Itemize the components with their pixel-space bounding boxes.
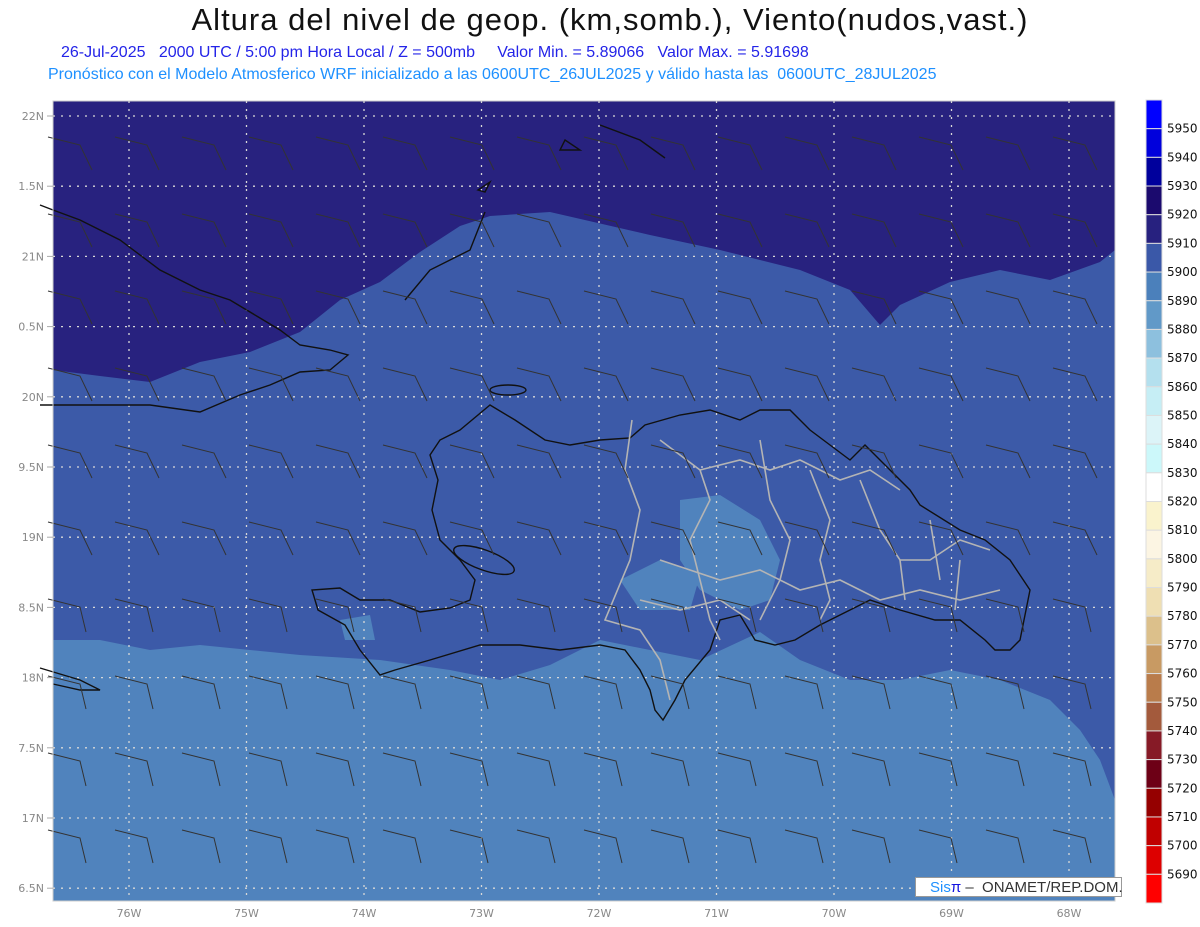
colorbar-swatch <box>1145 873 1163 904</box>
colorbar-label: 5920 <box>1167 208 1198 222</box>
colorbar-label: 5870 <box>1167 351 1198 365</box>
lon-label: 72W <box>587 907 612 920</box>
colorbar-label: 5820 <box>1167 495 1198 509</box>
colorbar-swatch <box>1145 472 1163 503</box>
colorbar-label: 5910 <box>1167 236 1198 250</box>
date-time-subtitle: 26-Jul-2025 2000 UTC / 5:00 pm Hora Loca… <box>61 44 809 61</box>
geopotential-map: 22N 1.5N 21N 0.5N 20N 9.5N 19N 8.5N 18N 7.5N 17N 6.… <box>18 99 1198 920</box>
colorbar-label: 5690 <box>1167 867 1198 881</box>
lon-label: 74W <box>352 907 377 920</box>
colorbar-swatch <box>1145 673 1163 703</box>
lon-label: 75W <box>234 907 259 920</box>
lat-label: 7.5N <box>18 742 44 755</box>
lon-label: 73W <box>469 907 494 920</box>
colorbar-swatch <box>1145 185 1163 216</box>
colorbar-swatch <box>1145 558 1163 589</box>
colorbar-label: 5830 <box>1167 466 1198 480</box>
colorbar-label: 5770 <box>1167 638 1198 652</box>
colorbar-label: 5710 <box>1167 810 1198 824</box>
colorbar-label: 5900 <box>1167 265 1198 279</box>
colorbar-swatch <box>1145 242 1163 273</box>
lat-label: 19N <box>22 531 44 544</box>
lat-label: 21N <box>22 250 44 263</box>
colorbar-swatch <box>1145 443 1163 474</box>
colorbar-label: 5810 <box>1167 523 1198 537</box>
colorbar-swatch <box>1145 328 1163 359</box>
lat-label: 22N <box>22 110 44 123</box>
colorbar-label: 5840 <box>1167 437 1198 451</box>
colorbar-label: 5890 <box>1167 294 1198 308</box>
colorbar-swatch <box>1145 701 1163 732</box>
colorbar-label: 5880 <box>1167 322 1198 336</box>
colorbar-swatch <box>1145 271 1163 302</box>
colorbar-swatch <box>1145 730 1163 761</box>
lat-label: 6.5N <box>18 882 44 895</box>
colorbar-label: 5940 <box>1167 150 1198 164</box>
colorbar-swatch <box>1145 128 1163 158</box>
colorbar-label: 5700 <box>1167 839 1198 853</box>
lon-label: 68W <box>1057 907 1082 920</box>
map-title: Altura del nivel de geop. (km,somb.), Vi… <box>191 2 1029 37</box>
colorbar-swatch <box>1145 156 1163 187</box>
sispi-onamet-logo: Sisπ – ONAMET/REP.DOM. <box>915 877 1123 897</box>
colorbar-label: 5720 <box>1167 781 1198 795</box>
colorbar-swatch <box>1145 615 1163 646</box>
colorbar-label: 5760 <box>1167 667 1198 681</box>
lat-label: 8.5N <box>18 601 44 614</box>
lon-label: 71W <box>704 907 729 920</box>
colorbar-swatch <box>1145 787 1163 818</box>
colorbar-label: 5860 <box>1167 380 1198 394</box>
colorbar-swatch <box>1145 386 1163 416</box>
lat-label: 1.5N <box>18 180 44 193</box>
colorbar-swatch <box>1145 845 1163 875</box>
colorbar-label: 5950 <box>1167 122 1198 136</box>
colorbar: 5950 5940 5930 5920 5910 5900 5890 5880 5870 5860… <box>1145 99 1198 904</box>
colorbar-swatch <box>1145 214 1163 244</box>
lat-label: 20N <box>22 391 44 404</box>
colorbar-swatch <box>1145 644 1163 675</box>
colorbar-swatch <box>1145 300 1163 330</box>
colorbar-label: 5730 <box>1167 753 1198 767</box>
colorbar-swatch <box>1145 587 1163 617</box>
colorbar-label: 5740 <box>1167 724 1198 738</box>
colorbar-label: 5790 <box>1167 581 1198 595</box>
lat-label: 9.5N <box>18 461 44 474</box>
colorbar-swatch <box>1145 529 1163 560</box>
colorbar-label: 5930 <box>1167 179 1198 193</box>
colorbar-swatch <box>1145 414 1163 445</box>
colorbar-label: 5750 <box>1167 695 1198 709</box>
lat-label: 17N <box>22 812 44 825</box>
colorbar-swatch <box>1145 816 1163 847</box>
lat-label: 18N <box>22 672 44 685</box>
colorbar-swatch <box>1145 501 1163 531</box>
colorbar-label: 5800 <box>1167 552 1198 566</box>
lon-label: 69W <box>939 907 964 920</box>
colorbar-label: 5850 <box>1167 408 1198 422</box>
lat-label: 0.5N <box>18 321 44 334</box>
lon-label: 76W <box>117 907 142 920</box>
lon-label: 70W <box>822 907 847 920</box>
model-info-line: Pronóstico con el Modelo Atmosferico WRF… <box>48 66 937 83</box>
colorbar-label: 5780 <box>1167 609 1198 623</box>
colorbar-swatch <box>1145 99 1163 130</box>
colorbar-swatch <box>1145 357 1163 388</box>
colorbar-swatch <box>1145 759 1163 789</box>
